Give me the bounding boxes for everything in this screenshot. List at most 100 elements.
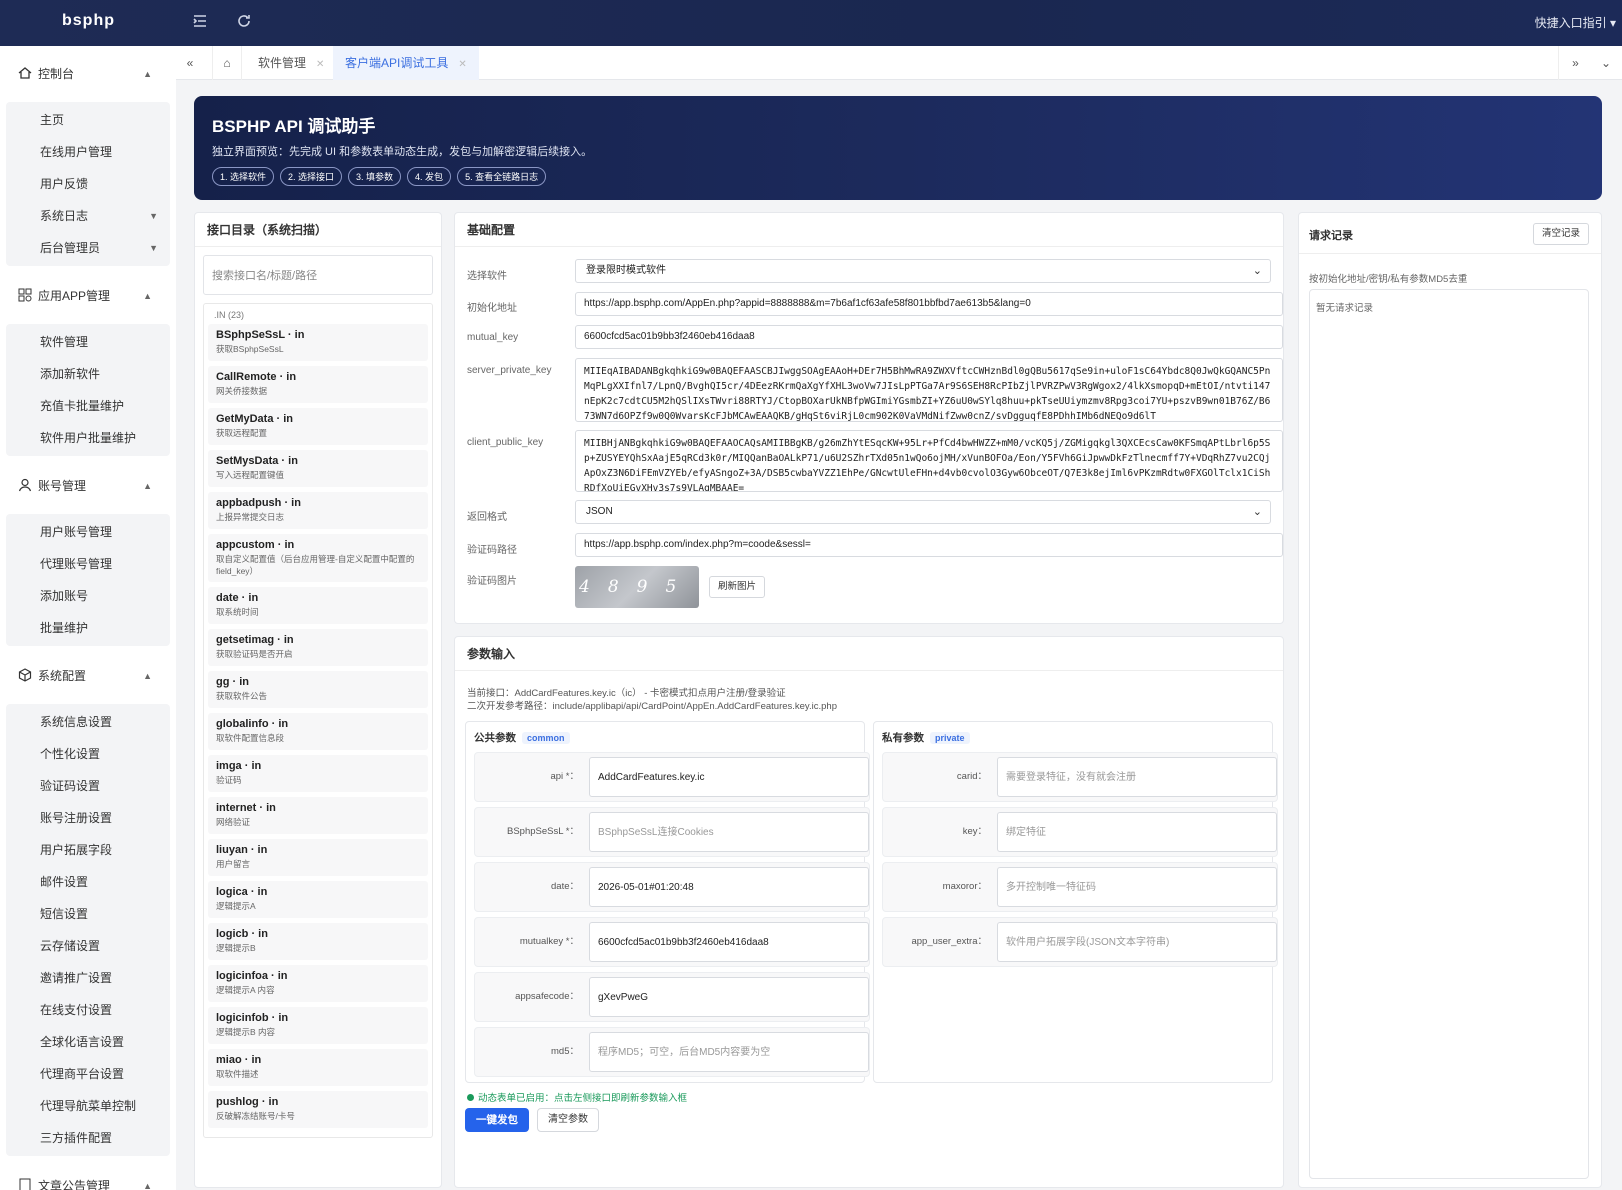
sidebar-item[interactable]: 邀请推广设置 [6, 962, 170, 994]
param-input[interactable]: 多开控制唯一特征码 [997, 867, 1277, 907]
dynamic-form-note: 动态表单已启用：点击左侧接口即刷新参数输入框 [467, 1090, 687, 1104]
api-list-item[interactable]: pushlog · in 反破解冻结账号/卡号 [208, 1091, 428, 1128]
param-input[interactable]: 绑定特征 [997, 812, 1277, 852]
sidebar-item[interactable]: 添加账号 [6, 580, 170, 612]
server-key-textarea[interactable]: MIIEqAIBADANBgkqhkiG9w0BAQEFAASCBJIwggSO… [575, 358, 1283, 422]
sidebar-item[interactable]: 账号注册设置 [6, 802, 170, 834]
param-input[interactable]: 2026-05-01#01:20:48 [589, 867, 869, 907]
param-input[interactable]: 软件用户拓展字段(JSON文本字符串) [997, 922, 1277, 962]
home-tab-icon[interactable]: ⌂ [212, 46, 242, 80]
cube-icon [18, 668, 34, 684]
directory-search-input[interactable]: 搜索接口名/标题/路径 [203, 255, 433, 295]
sidebar-item[interactable]: 代理商平台设置 [6, 1058, 170, 1090]
api-list-item[interactable]: appcustom · in 取自定义配置值（后台应用管理-自定义配置中配置的fi… [208, 534, 428, 582]
sidebar-item[interactable]: 软件用户批量维护 [6, 422, 170, 454]
captcha-image[interactable]: 4895 [575, 566, 699, 608]
api-list-item[interactable]: logicinfoa · in 逻辑提示A 内容 [208, 965, 428, 1002]
api-name: logicinfoa · in [216, 970, 288, 982]
sidebar-item[interactable]: 主页 [6, 104, 170, 136]
chevron-down-icon[interactable]: ⌄ [1594, 46, 1618, 80]
sidebar-item[interactable]: 在线支付设置 [6, 994, 170, 1026]
param-input[interactable]: AddCardFeatures.key.ic [589, 757, 869, 797]
client-key-textarea[interactable]: MIIBHjANBgkqhkiG9w0BAQEFAAOCAQsAMIIBBgKB… [575, 430, 1283, 492]
sidebar-item[interactable]: 后台管理员 ▼ [6, 232, 170, 264]
api-list-item[interactable]: miao · in 取软件描述 [208, 1049, 428, 1086]
param-input[interactable]: 需要登录特征，没有就会注册 [997, 757, 1277, 797]
api-description: 验证码 [216, 775, 242, 785]
menu-toggle-icon[interactable] [190, 13, 210, 33]
api-path-info: 二次开发参考路径：include/applibapi/api/CardPoint… [467, 701, 837, 712]
collapse-right-icon[interactable]: » [1558, 46, 1592, 80]
init-url-input[interactable]: https://app.bsphp.com/AppEn.php?appid=88… [575, 292, 1283, 316]
api-list-item[interactable]: date · in 取系统时间 [208, 587, 428, 624]
sidebar-item-label: 个性化设置 [40, 747, 101, 761]
collapse-left-icon[interactable]: « [180, 46, 200, 80]
sidebar-item[interactable]: 添加新软件 [6, 358, 170, 390]
sidebar-item[interactable]: 验证码设置 [6, 770, 170, 802]
sidebar-item[interactable]: 在线用户管理 [6, 136, 170, 168]
sidebar-item[interactable]: 短信设置 [6, 898, 170, 930]
api-description: 取软件描述 [216, 1069, 259, 1079]
tab-api-debug[interactable]: 客户端API调试工具 ✕ [333, 46, 479, 80]
software-select[interactable]: 登录限时模式软件 ⌄ [575, 259, 1271, 283]
param-input[interactable]: 6600cfcd5ac01b9bb3f2460eb416daa8 [589, 922, 869, 962]
api-list-item[interactable]: logica · in 逻辑提示A [208, 881, 428, 918]
sidebar-item[interactable]: 云存储设置 [6, 930, 170, 962]
param-label: date： [551, 881, 579, 892]
refresh-captcha-button[interactable]: 刷新图片 [709, 576, 766, 598]
public-params-label: 公共参数 [474, 732, 516, 744]
format-select-value: JSON [586, 506, 613, 517]
chevron-up-icon: ▲ [143, 1181, 152, 1190]
api-list-item[interactable]: CallRemote · in 网关侨接数据 [208, 366, 428, 403]
api-list-item[interactable]: logicinfob · in 逻辑提示B 内容 [208, 1007, 428, 1044]
api-list-item[interactable]: getsetimag · in 获取验证码是否开启 [208, 629, 428, 666]
api-list-item[interactable]: internet · in 网络验证 [208, 797, 428, 834]
mutual-key-input[interactable]: 6600cfcd5ac01b9bb3f2460eb416daa8 [575, 325, 1283, 349]
sidebar-item[interactable]: 用户拓展字段 [6, 834, 170, 866]
api-list-item[interactable]: gg · in 获取软件公告 [208, 671, 428, 708]
sidebar-item[interactable]: 用户反馈 [6, 168, 170, 200]
api-list-item[interactable]: globalinfo · in 取软件配置信息段 [208, 713, 428, 750]
param-input[interactable]: gXevPweG [589, 977, 869, 1017]
captcha-image-label: 验证码图片 [467, 576, 517, 587]
sidebar-item[interactable]: 批量维护 [6, 612, 170, 644]
param-input[interactable]: BSphpSeSsL连接Cookies [589, 812, 869, 852]
sidebar-group[interactable]: 控制台 ▲ [0, 54, 176, 94]
api-list-item[interactable]: SetMysData · in 写入远程配置键值 [208, 450, 428, 487]
send-request-button[interactable]: 一键发包 [465, 1108, 529, 1132]
clear-params-button[interactable]: 清空参数 [537, 1108, 599, 1132]
sidebar-item[interactable]: 系统信息设置 [6, 706, 170, 738]
sidebar-item[interactable]: 全球化语言设置 [6, 1026, 170, 1058]
sidebar-item[interactable]: 充值卡批量维护 [6, 390, 170, 422]
close-icon[interactable]: ✕ [458, 59, 466, 70]
sidebar-group[interactable]: 系统配置 ▲ [0, 656, 176, 696]
clear-log-button[interactable]: 清空记录 [1532, 223, 1589, 245]
sidebar-item[interactable]: 系统日志 ▼ [6, 200, 170, 232]
sidebar-item[interactable]: 软件管理 [6, 326, 170, 358]
quick-guide-dropdown[interactable]: 快捷入口指引 ▾ [1535, 14, 1616, 31]
format-select[interactable]: JSON ⌄ [575, 500, 1271, 524]
param-input[interactable]: 程序MD5；可空，后台MD5内容要为空 [589, 1032, 869, 1072]
api-list-item[interactable]: BSphpSeSsL · in 获取BSphpSeSsL [208, 324, 428, 361]
sidebar-item[interactable]: 个性化设置 [6, 738, 170, 770]
api-list-item[interactable]: liuyan · in 用户留言 [208, 839, 428, 876]
close-icon[interactable]: ✕ [316, 59, 324, 70]
sidebar-item[interactable]: 三方插件配置 [6, 1122, 170, 1154]
refresh-icon[interactable] [234, 13, 254, 33]
captcha-url-input[interactable]: https://app.bsphp.com/index.php?m=coode&… [575, 533, 1283, 557]
top-bar: bsphp 快捷入口指引 ▾ [0, 0, 1622, 46]
step-badge: 1. 选择软件 [212, 167, 275, 186]
api-list-item[interactable]: imga · in 验证码 [208, 755, 428, 792]
chevron-down-icon: ⌄ [1252, 506, 1262, 518]
sidebar-item[interactable]: 邮件设置 [6, 866, 170, 898]
api-list-item[interactable]: GetMyData · in 获取远程配置 [208, 408, 428, 445]
api-list-item[interactable]: appbadpush · in 上报异常提交日志 [208, 492, 428, 529]
sidebar-item[interactable]: 代理导航菜单控制 [6, 1090, 170, 1122]
tab-software-manage[interactable]: 软件管理 ✕ [248, 46, 334, 80]
sidebar-item[interactable]: 代理账号管理 [6, 548, 170, 580]
api-list-item[interactable]: logicb · in 逻辑提示B [208, 923, 428, 960]
sidebar-group[interactable]: 文章公告管理 ▲ [0, 1166, 176, 1190]
sidebar-item[interactable]: 用户账号管理 [6, 516, 170, 548]
sidebar-group[interactable]: 应用APP管理 ▲ [0, 276, 176, 316]
sidebar-group[interactable]: 账号管理 ▲ [0, 466, 176, 506]
